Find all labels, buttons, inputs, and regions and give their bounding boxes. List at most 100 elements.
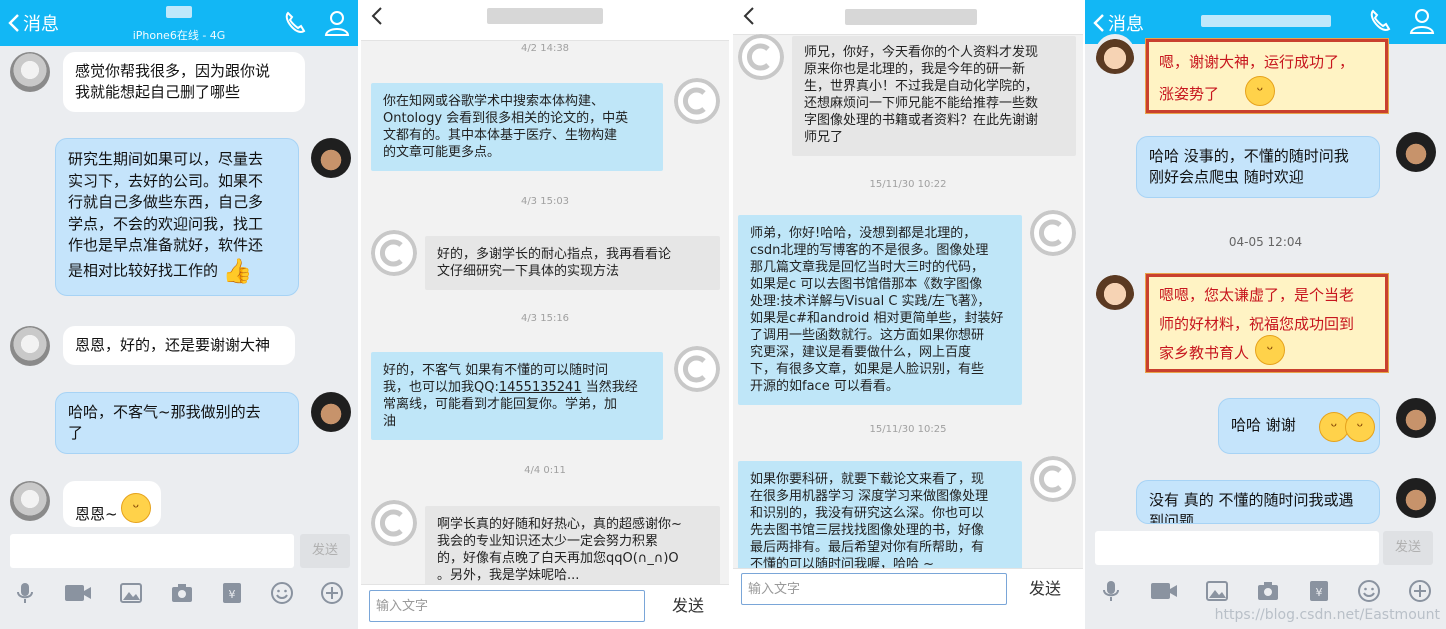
grin-emoji-icon: ᵕ — [1345, 412, 1375, 442]
send-button[interactable]: 发送 — [300, 534, 350, 568]
message-text: 好的，多谢学长的耐心指点，我再看看论 文仔细研究一下具体的实现方法 — [437, 247, 672, 279]
chat-panel-1: 消息 iPhone6在线 - 4G 感觉你帮我很多，因为跟你说 我就能想起自己删… — [0, 0, 358, 629]
contact-name — [487, 8, 603, 24]
qq-number-link[interactable]: 1455135241 — [499, 380, 582, 395]
back-button[interactable] — [371, 6, 383, 31]
camera-icon[interactable] — [1256, 579, 1280, 603]
timestamp: 15/11/30 10:25 — [869, 424, 947, 435]
chevron-left-icon — [743, 7, 754, 25]
message-bubble-me: 没有 真的 不懂的随时问我或遇 到问题 — [1136, 480, 1380, 524]
timestamp: 04-05 12:04 — [1228, 235, 1303, 249]
message-bubble-me: 哈哈，不客气~那我做别的去 了 — [55, 392, 299, 454]
timestamp: 4/3 15:16 — [520, 313, 570, 324]
red-packet-icon[interactable]: ¥ — [221, 581, 243, 605]
camera-icon[interactable] — [170, 581, 194, 605]
chat-panel-3: 师兄，你好，今天看你的个人资料才发现 原来你也是北理的，我是今年的研一新 生，世… — [733, 0, 1083, 629]
message-text: 没有 真的 不懂的随时问我或遇 到问题 — [1149, 491, 1354, 524]
avatar-me[interactable] — [311, 392, 351, 432]
c-logo-avatar[interactable] — [674, 78, 720, 124]
input-area: 发送 ¥ — [0, 527, 358, 629]
message-text: 如果你要科研，就要下载论文来看了，现 在很多用机器学习 深度学习来做图像处理 和… — [750, 472, 989, 572]
message-bubble-other: 恩恩~ ᵕ — [63, 481, 161, 527]
image-icon[interactable] — [119, 581, 143, 605]
chat-header — [361, 0, 729, 41]
svg-text:¥: ¥ — [228, 588, 235, 601]
message-text: 哈哈 谢谢 — [1231, 416, 1296, 434]
avatar-me[interactable] — [311, 138, 351, 178]
phone-icon[interactable] — [280, 8, 310, 38]
plus-icon[interactable] — [1408, 579, 1432, 603]
svg-text:¥: ¥ — [1315, 586, 1322, 599]
c-logo-avatar[interactable] — [371, 500, 417, 546]
message-text: 恩恩，好的，还是要谢谢大神 — [75, 336, 271, 354]
contact-name — [845, 9, 977, 25]
message-bubble-me: 哈哈 没事的，不懂的随时问我 刚好会点爬虫 随时欢迎 — [1136, 136, 1380, 198]
avatar-me[interactable] — [1396, 398, 1436, 438]
timestamp: 4/2 14:38 — [520, 43, 570, 54]
input-bar: 输入文字 发送 — [361, 584, 729, 629]
message-text: 好的，不客气 如果有不懂的可以随时问 我，也可以加我QQ:1455135241 … — [383, 363, 638, 429]
message-bubble-me: 啊学长真的好随和好热心，真的超感谢你~ 我会的专业知识还太少一定会努力积累 的，… — [425, 506, 720, 594]
grin-emoji-icon: ᵕ — [121, 493, 151, 523]
contact-icon[interactable] — [1407, 6, 1437, 36]
message-input[interactable] — [1095, 531, 1379, 565]
message-bubble-other: 如果你要科研，就要下载论文来看了，现 在很多用机器学习 深度学习来做图像处理 和… — [738, 461, 1022, 583]
message-bubble-other: 好的，不客气 如果有不懂的可以随时问 我，也可以加我QQ:1455135241 … — [371, 352, 663, 440]
grin-emoji-icon: ᵕ — [1255, 335, 1285, 365]
message-input[interactable]: 输入文字 — [369, 590, 645, 622]
message-bubble-me: 哈哈 谢谢 ᵕ ᵕ — [1218, 398, 1380, 454]
message-text: 师弟，你好!哈哈，没想到都是北理的， csdn北理的写博客的不是很多。图像处理 … — [750, 226, 1004, 394]
plus-icon[interactable] — [320, 581, 344, 605]
image-icon[interactable] — [1205, 579, 1229, 603]
thumbs-up-icon: 👍 — [222, 256, 253, 285]
red-packet-icon[interactable]: ¥ — [1308, 579, 1330, 603]
smiley-icon[interactable] — [1357, 579, 1381, 603]
video-icon[interactable] — [64, 581, 92, 605]
toolbar: ¥ — [0, 573, 358, 613]
message-text: 恩恩~ — [75, 505, 118, 523]
qq-header: 消息 iPhone6在线 - 4G — [0, 0, 358, 46]
message-bubble-me: 好的，多谢学长的耐心指点，我再看看论 文仔细研究一下具体的实现方法 — [425, 236, 720, 290]
avatar-other[interactable] — [10, 326, 50, 366]
message-bubble-me: 师兄，你好，今天看你的个人资料才发现 原来你也是北理的，我是今年的研一新 生，世… — [792, 36, 1076, 156]
c-logo-avatar[interactable] — [371, 230, 417, 276]
avatar-me[interactable] — [1396, 132, 1436, 172]
avatar-other[interactable] — [1095, 34, 1135, 74]
message-bubble-other: 嗯嗯，您太谦虚了，是个当老 师的好材料，祝福您成功回到 家乡教书育人 ᵕ — [1145, 273, 1389, 373]
smiley-icon[interactable] — [270, 581, 294, 605]
message-input[interactable]: 输入文字 — [741, 573, 1007, 605]
message-input[interactable] — [10, 534, 294, 568]
avatar-other[interactable] — [1095, 270, 1135, 310]
microphone-icon[interactable] — [13, 581, 37, 605]
timestamp: 4/4 0:11 — [524, 465, 566, 476]
toolbar: ¥ — [1085, 571, 1446, 611]
avatar-me[interactable] — [1396, 478, 1436, 518]
chat-header — [733, 0, 1083, 35]
chevron-left-icon — [371, 7, 382, 25]
back-button[interactable] — [743, 6, 755, 31]
message-bubble-other: 感觉你帮我很多，因为跟你说 我就能想起自己删了哪些 — [63, 52, 305, 112]
message-text: 哈哈 没事的，不懂的随时问我 刚好会点爬虫 随时欢迎 — [1149, 147, 1349, 186]
c-logo-avatar[interactable] — [1030, 210, 1076, 256]
message-text: 哈哈，不客气~那我做别的去 了 — [68, 403, 261, 442]
send-button[interactable]: 发送 — [1029, 573, 1061, 605]
contact-icon[interactable] — [322, 8, 352, 38]
avatar-other[interactable] — [10, 52, 50, 92]
c-logo-avatar[interactable] — [674, 346, 720, 392]
input-bar: 输入文字 发送 — [733, 568, 1083, 629]
video-icon[interactable] — [1150, 579, 1178, 603]
message-text: 感觉你帮我很多，因为跟你说 我就能想起自己删了哪些 — [75, 62, 271, 101]
message-bubble-other: 恩恩，好的，还是要谢谢大神 — [63, 326, 295, 365]
smile-emoji-icon: ᵕ — [1245, 76, 1275, 106]
message-bubble-other: 嗯，谢谢大神，运行成功了， 涨姿势了 ᵕ — [1145, 38, 1389, 114]
send-button[interactable]: 发送 — [672, 590, 704, 622]
chat-panel-2: 4/2 14:38 你在知网或谷歌学术中搜索本体构建、 Ontology 会看到… — [361, 0, 729, 629]
message-text: 啊学长真的好随和好热心，真的超感谢你~ 我会的专业知识还太少一定会努力积累 的，… — [437, 517, 682, 583]
c-logo-avatar[interactable] — [738, 34, 784, 80]
avatar-other[interactable] — [10, 481, 50, 521]
phone-icon[interactable] — [1365, 6, 1395, 36]
send-button[interactable]: 发送 — [1383, 531, 1433, 565]
message-bubble-other: 你在知网或谷歌学术中搜索本体构建、 Ontology 会看到很多相关的论文的，中… — [371, 83, 663, 171]
microphone-icon[interactable] — [1099, 579, 1123, 603]
c-logo-avatar[interactable] — [1030, 456, 1076, 502]
